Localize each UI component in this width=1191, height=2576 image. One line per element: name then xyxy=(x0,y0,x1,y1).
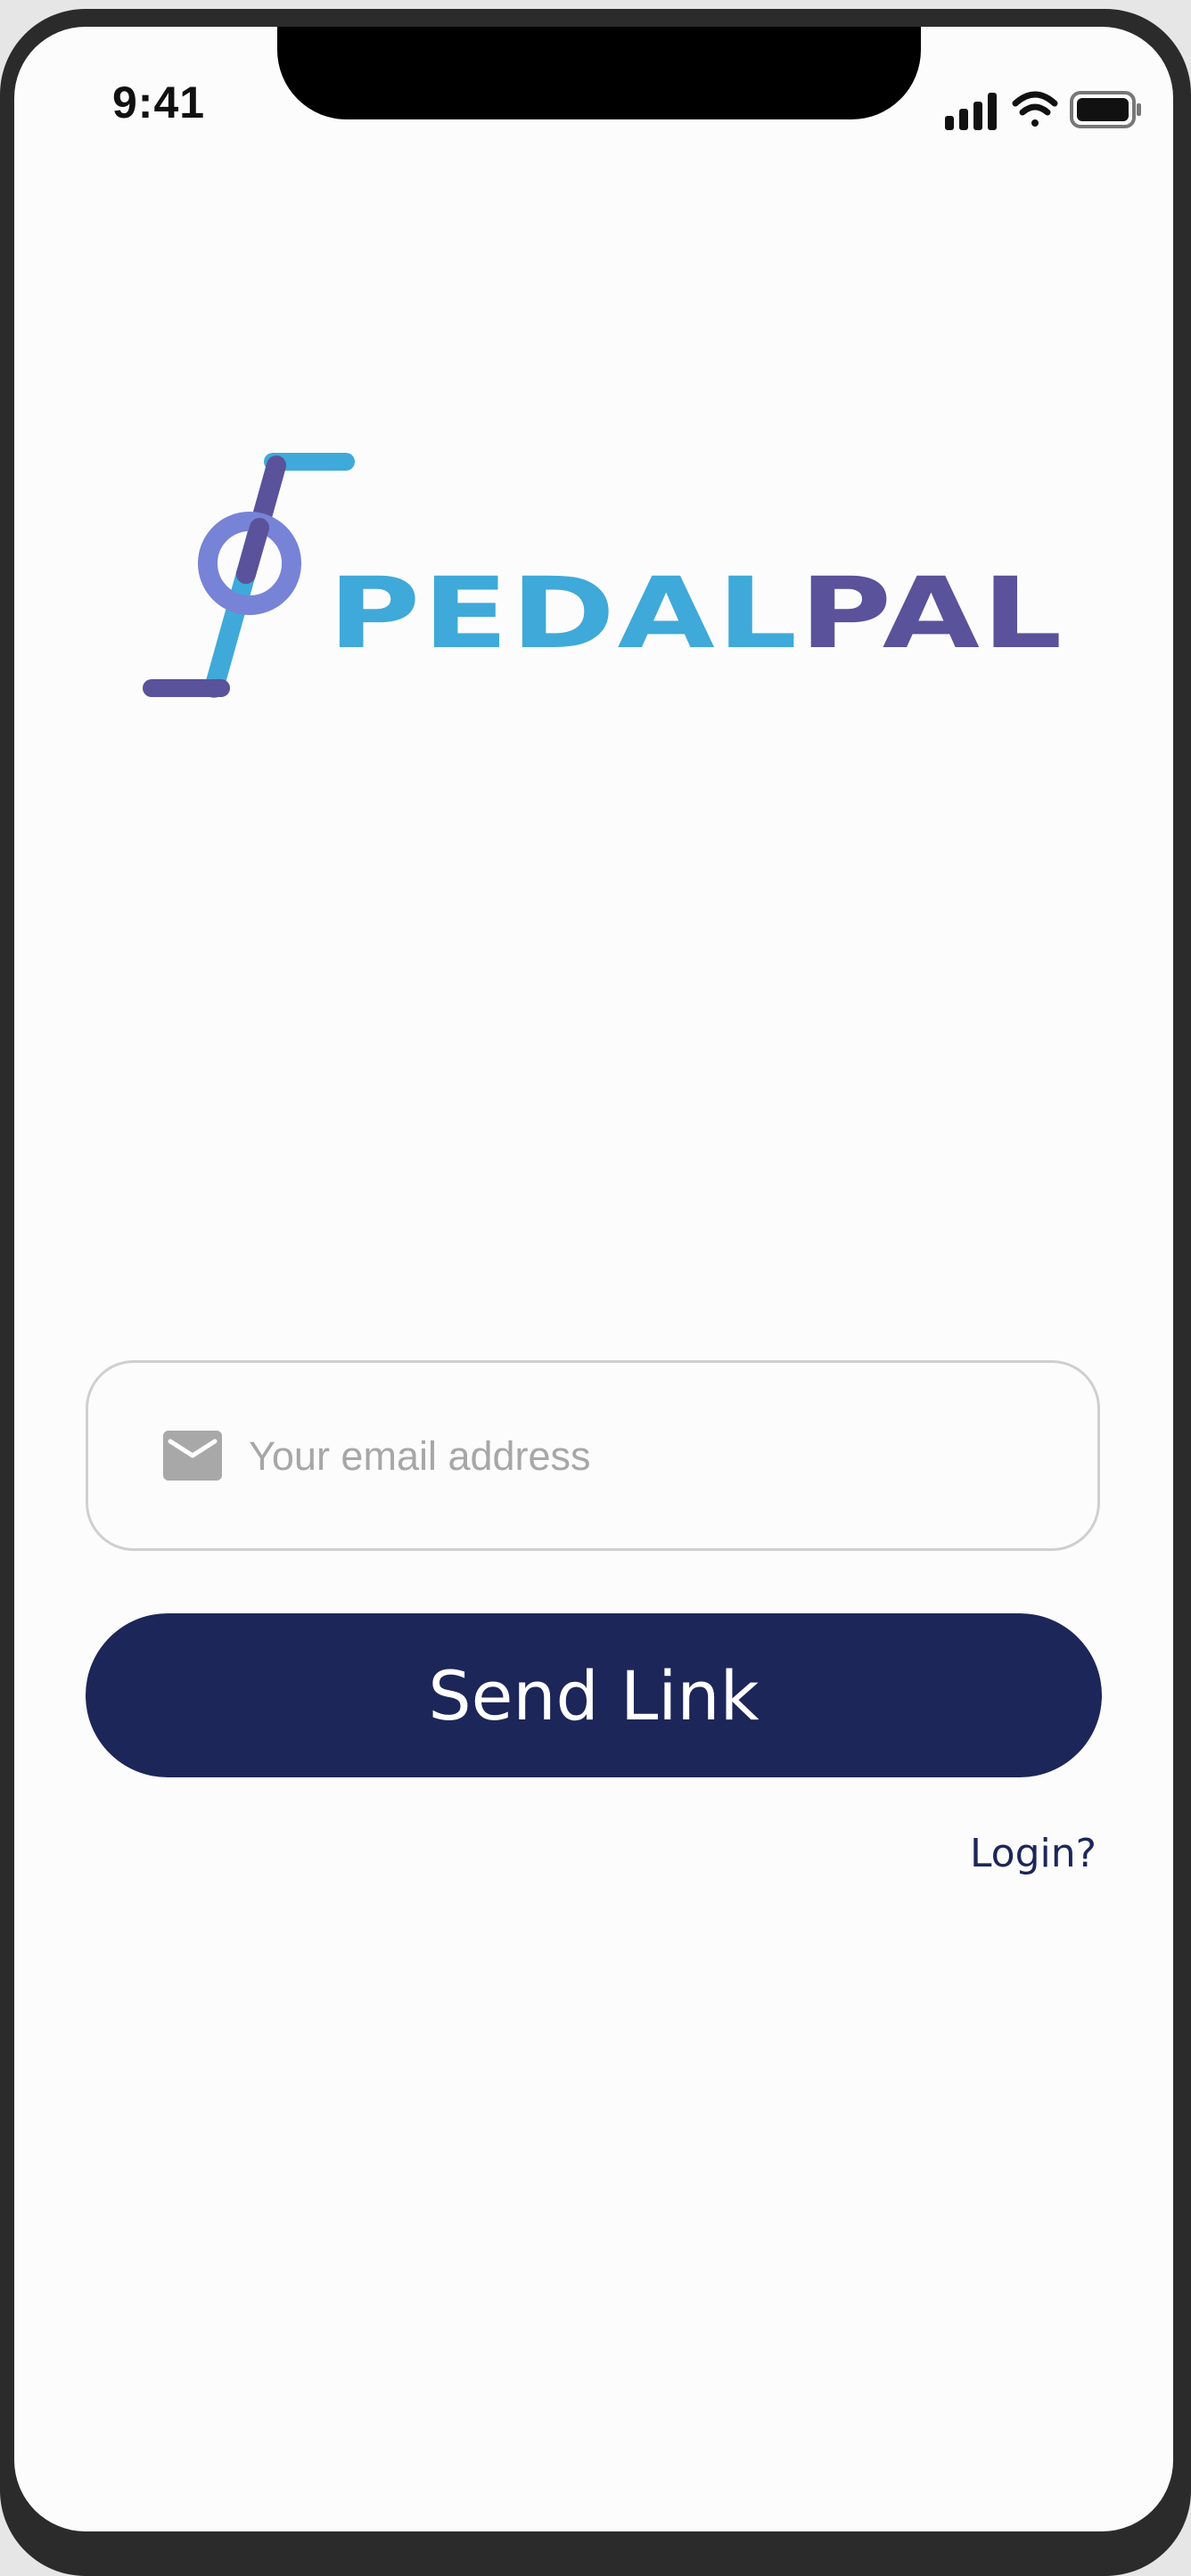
wifi-icon xyxy=(1012,91,1058,127)
app-screen: 9:41 PEDAL PAL Your email address Send L… xyxy=(14,27,1173,2531)
mail-icon xyxy=(163,1431,222,1481)
device-notch xyxy=(277,27,921,119)
status-icons xyxy=(945,91,1141,130)
brand-name-pal: PAL xyxy=(800,556,1064,670)
login-link[interactable]: Login? xyxy=(970,1831,1097,1876)
send-link-button[interactable]: Send Link xyxy=(86,1613,1102,1777)
battery-icon xyxy=(1070,91,1141,128)
cellular-signal-icon xyxy=(945,93,997,130)
phone-frame: 9:41 PEDAL PAL Your email address Send L… xyxy=(0,9,1191,2576)
pedal-crank-icon xyxy=(143,453,355,698)
email-input[interactable] xyxy=(249,1399,1051,1514)
send-link-label: Send Link xyxy=(428,1655,760,1735)
brand-name-pedal: PEDAL xyxy=(328,556,800,670)
status-time: 9:41 xyxy=(112,78,206,127)
email-field[interactable] xyxy=(86,1360,1100,1551)
svg-text:PEDALPAL: PEDAL PAL xyxy=(328,556,1064,670)
pedalpal-logo: PEDAL PAL xyxy=(143,453,1064,698)
